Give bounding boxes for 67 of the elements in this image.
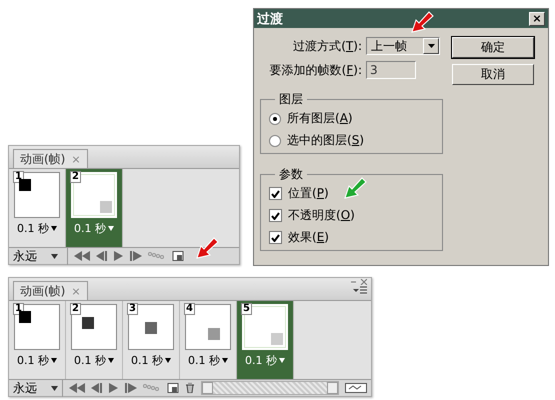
parameter-checkbox-option[interactable]: 位置(P) — [269, 185, 434, 202]
frame-delay[interactable]: 0.1 秒 — [131, 353, 163, 368]
layer-radio-option[interactable]: 选中的图层(S) — [269, 132, 434, 149]
tween-with-select[interactable]: 上一帧 — [366, 37, 440, 55]
animation-frame[interactable]: 1 0.1 秒 — [9, 169, 66, 247]
frame-number: 5 — [241, 303, 252, 315]
caret-icon[interactable] — [51, 358, 57, 363]
panel-tab[interactable]: 动画(帧) × — [13, 281, 88, 300]
minimize-close-icon[interactable] — [351, 279, 367, 285]
frame-delay[interactable]: 0.1 秒 — [74, 353, 106, 368]
checkbox[interactable] — [269, 187, 282, 200]
frames-to-add-label: 要添加的帧数(F): — [270, 62, 362, 78]
frame-delay[interactable]: 0.1 秒 — [17, 353, 49, 368]
radio-button[interactable] — [269, 134, 281, 146]
loop-select[interactable]: 永远 — [13, 380, 64, 396]
animation-frame[interactable]: 4 0.1 秒 — [180, 301, 237, 379]
group-title: 参数 — [278, 166, 304, 183]
new-frame-icon[interactable] — [167, 383, 180, 393]
play-icon[interactable] — [109, 383, 120, 393]
caret-icon[interactable] — [279, 358, 285, 363]
parameter-checkbox-option[interactable]: 不透明度(O) — [269, 207, 434, 224]
animation-frame[interactable]: 5 0.1 秒 — [237, 301, 294, 379]
play-icon[interactable] — [114, 251, 124, 261]
cancel-button[interactable]: 取消 — [452, 64, 534, 85]
frame-delay[interactable]: 0.1 秒 — [188, 353, 220, 368]
caret-icon[interactable] — [51, 226, 57, 231]
frame-delay[interactable]: 0.1 秒 — [74, 221, 106, 236]
close-button[interactable]: × — [529, 12, 545, 26]
caret-icon[interactable] — [222, 358, 228, 363]
dialog-title: 过渡 — [257, 10, 283, 28]
frame-number: 4 — [184, 303, 195, 315]
group-title: 图层 — [278, 91, 304, 108]
radio-button[interactable] — [269, 112, 281, 124]
tween-with-label: 过渡方式(T): — [293, 38, 362, 54]
ok-button[interactable]: 确定 — [452, 37, 534, 58]
next-frame-icon[interactable] — [125, 383, 138, 393]
first-frame-icon[interactable] — [69, 383, 86, 393]
animation-frame[interactable]: 3 0.1 秒 — [123, 301, 180, 379]
loop-select[interactable]: 永远 — [13, 248, 68, 264]
frame-number: 2 — [70, 171, 81, 183]
frame-number: 2 — [70, 303, 81, 315]
parameter-checkbox-option[interactable]: 效果(E) — [269, 229, 434, 246]
trash-icon[interactable] — [185, 383, 196, 393]
next-frame-icon[interactable] — [130, 251, 142, 261]
menu-icon[interactable] — [353, 286, 367, 294]
animation-frame[interactable]: 1 0.1 秒 — [9, 301, 66, 379]
frame-delay[interactable]: 0.1 秒 — [245, 353, 277, 368]
previous-frame-icon[interactable] — [91, 383, 104, 393]
previous-frame-icon[interactable] — [96, 251, 108, 261]
caret-icon[interactable] — [51, 254, 58, 258]
new-frame-icon[interactable] — [172, 251, 184, 261]
frame-delay[interactable]: 0.1 秒 — [17, 221, 49, 236]
checkbox[interactable] — [269, 209, 282, 222]
caret-icon[interactable] — [108, 358, 114, 363]
caret-icon[interactable] — [165, 358, 171, 363]
checkbox[interactable] — [269, 231, 282, 244]
caret-icon[interactable] — [51, 386, 58, 390]
caret-icon[interactable] — [108, 226, 114, 231]
animation-frame[interactable]: 2 0.1 秒 — [66, 301, 123, 379]
scrollbar[interactable] — [201, 381, 339, 395]
timeline-icon[interactable] — [345, 383, 367, 393]
panel-tab[interactable]: 动画(帧) × — [13, 149, 88, 168]
frame-number: 3 — [127, 303, 138, 315]
animation-frame[interactable]: 2 0.1 秒 — [66, 169, 123, 247]
layer-radio-option[interactable]: 所有图层(A) — [269, 110, 434, 127]
caret-icon[interactable] — [428, 44, 434, 48]
first-frame-icon[interactable] — [74, 251, 90, 261]
